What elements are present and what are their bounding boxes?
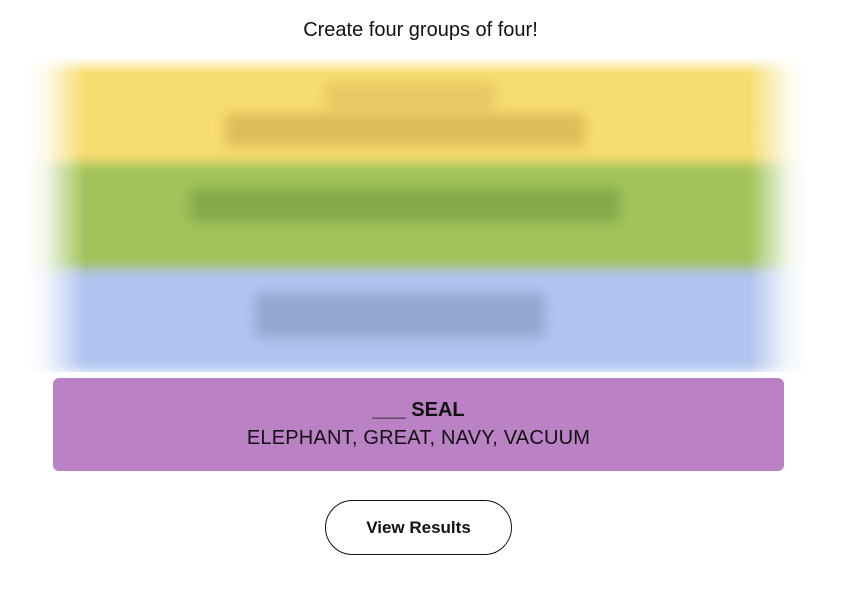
- blur-layer: [25, 58, 809, 372]
- blurred-text-blob: [255, 293, 545, 338]
- solved-group-purple: ___ SEAL ELEPHANT, GREAT, NAVY, VACUUM: [53, 378, 784, 471]
- blurred-text-blob: [190, 188, 620, 222]
- blurred-text-blob: [225, 113, 585, 147]
- blurred-solved-groups: [25, 58, 809, 372]
- group-members: ELEPHANT, GREAT, NAVY, VACUUM: [246, 427, 591, 449]
- blurred-group-yellow: [25, 58, 809, 163]
- blurred-text-blob: [325, 83, 495, 109]
- connections-game-page: Create four groups of four! ___ SEAL ELE…: [0, 0, 841, 601]
- view-results-button[interactable]: View Results: [325, 500, 512, 555]
- instructions-text: Create four groups of four!: [303, 19, 538, 41]
- group-title: ___ SEAL: [372, 399, 465, 421]
